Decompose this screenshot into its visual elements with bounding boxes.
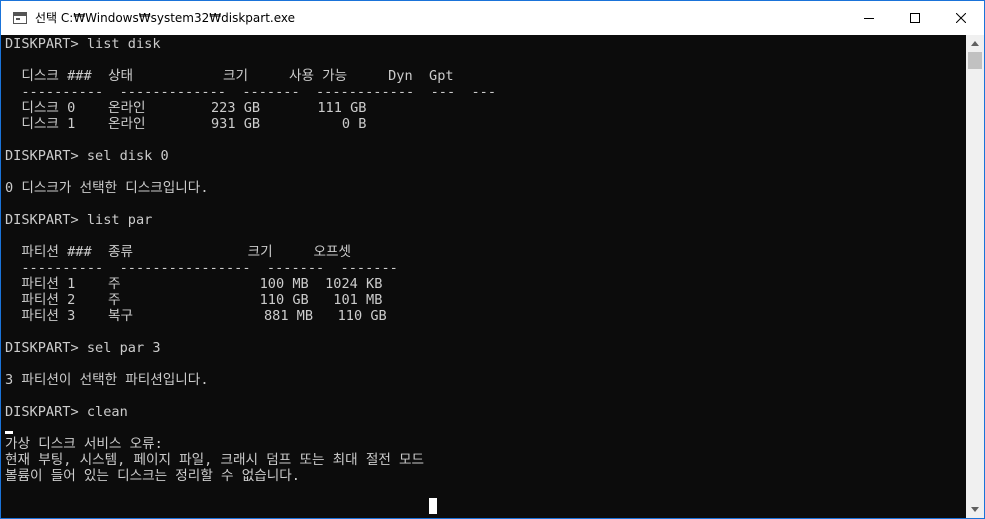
scroll-up-button[interactable] <box>966 35 984 52</box>
minimize-icon <box>864 18 874 19</box>
console-line: ---------- ---------------- ------- ----… <box>5 260 398 276</box>
scrollbar-thumb[interactable] <box>968 52 982 69</box>
console-line: 디스크 0 온라인 223 GB 111 GB <box>5 100 367 116</box>
title-bar[interactable]: 선택 C:₩Windows₩system32₩diskpart.exe <box>1 1 984 35</box>
scroll-up-arrow-icon <box>971 41 979 46</box>
console-line: DISKPART> list par <box>5 212 153 228</box>
console-output[interactable]: DISKPART> list disk 디스크 ### 상태 크기 사용 가능 … <box>1 35 966 518</box>
close-button[interactable] <box>938 1 984 35</box>
console-line: DISKPART> list disk <box>5 36 161 52</box>
console-line: DISKPART> sel disk 0 <box>5 148 169 164</box>
console-window: 선택 C:₩Windows₩system32₩diskpart.exe DISK… <box>0 0 985 519</box>
console-line: 디스크 ### 상태 크기 사용 가능 Dyn Gpt <box>5 68 454 84</box>
text-cursor <box>429 498 437 514</box>
scroll-down-arrow-icon <box>971 507 979 512</box>
console-line: 3 파티션이 선택한 파티션입니다. <box>5 372 209 388</box>
window-title: 선택 C:₩Windows₩system32₩diskpart.exe <box>35 11 295 25</box>
scroll-down-button[interactable] <box>966 501 984 518</box>
maximize-icon <box>910 13 920 23</box>
maximize-button[interactable] <box>892 1 938 35</box>
minimize-button[interactable] <box>846 1 892 35</box>
console-line: 가상 디스크 서비스 오류: <box>5 436 163 452</box>
console-line: 볼륨이 들어 있는 디스크는 정리할 수 없습니다. <box>5 468 300 484</box>
console-line: DISKPART> clean <box>5 404 128 420</box>
console-app-icon[interactable] <box>13 12 27 24</box>
close-icon <box>956 13 966 23</box>
console-line: 현재 부팅, 시스템, 페이지 파일, 크래시 덤프 또는 최대 절전 모드 <box>5 452 425 468</box>
console-line: ---------- ------------- ------- -------… <box>5 84 497 100</box>
console-line: 파티션 3 복구 881 MB 110 GB <box>5 308 387 324</box>
console-line: 파티션 1 주 100 MB 1024 KB <box>5 276 383 292</box>
console-line: 0 디스크가 선택한 디스크입니다. <box>5 180 209 196</box>
vertical-scrollbar[interactable] <box>966 35 984 518</box>
console-line: DISKPART> sel par 3 <box>5 340 161 356</box>
console-line: 디스크 1 온라인 931 GB 0 B <box>5 116 367 132</box>
console-line: 파티션 ### 종류 크기 오프셋 <box>5 244 352 260</box>
selection-cursor-mark <box>5 431 13 434</box>
console-line: 파티션 2 주 110 GB 101 MB <box>5 292 383 308</box>
